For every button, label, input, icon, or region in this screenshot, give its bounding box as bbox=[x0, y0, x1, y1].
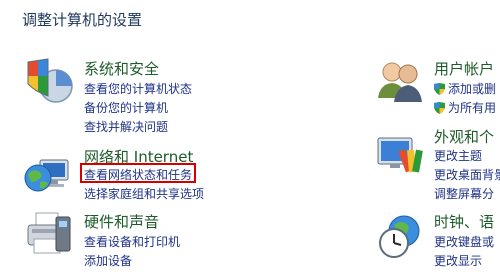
link-find-fix-problems[interactable]: 查找并解决问题 bbox=[84, 118, 168, 135]
uac-shield-icon bbox=[434, 83, 445, 95]
category-title-appearance[interactable]: 外观和个 bbox=[434, 126, 494, 147]
uac-shield-icon bbox=[434, 102, 445, 114]
clock-globe-icon[interactable] bbox=[374, 209, 426, 261]
category-title-hardware-sound[interactable]: 硬件和声音 bbox=[84, 211, 159, 232]
category-title-clock-language[interactable]: 时钟、语 bbox=[434, 211, 494, 232]
link-view-computer-status[interactable]: 查看您的计算机状态 bbox=[84, 80, 192, 97]
link-change-keyboard[interactable]: 更改键盘或 bbox=[434, 233, 494, 250]
link-view-network-status[interactable]: 查看网络状态和任务 bbox=[84, 166, 192, 183]
user-accounts-icon[interactable] bbox=[374, 54, 426, 106]
link-add-remove-users[interactable]: 添加或删 bbox=[434, 80, 496, 97]
link-change-desktop-background[interactable]: 更改桌面背景 bbox=[434, 166, 500, 183]
network-globe-icon[interactable] bbox=[22, 150, 74, 202]
link-label: 为所有用 bbox=[448, 101, 497, 115]
page-title: 调整计算机的设置 bbox=[22, 11, 143, 29]
link-homegroup-sharing[interactable]: 选择家庭组和共享选项 bbox=[84, 185, 204, 202]
appearance-icon[interactable] bbox=[374, 130, 426, 182]
category-title-user-accounts[interactable]: 用户帐户 bbox=[434, 58, 494, 79]
category-title-system-security[interactable]: 系统和安全 bbox=[84, 58, 159, 79]
link-backup-computer[interactable]: 备份您的计算机 bbox=[84, 99, 168, 116]
link-change-display-language[interactable]: 更改显示 bbox=[434, 252, 482, 269]
security-shield-icon[interactable] bbox=[22, 56, 74, 108]
link-adjust-resolution[interactable]: 调整屏幕分 bbox=[434, 185, 494, 202]
link-add-device[interactable]: 添加设备 bbox=[84, 252, 132, 269]
link-label: 添加或删 bbox=[448, 82, 497, 96]
printer-icon[interactable] bbox=[22, 209, 74, 261]
link-view-devices-printers[interactable]: 查看设备和打印机 bbox=[84, 233, 180, 250]
link-all-users[interactable]: 为所有用 bbox=[434, 99, 496, 116]
link-change-theme[interactable]: 更改主题 bbox=[434, 147, 482, 164]
